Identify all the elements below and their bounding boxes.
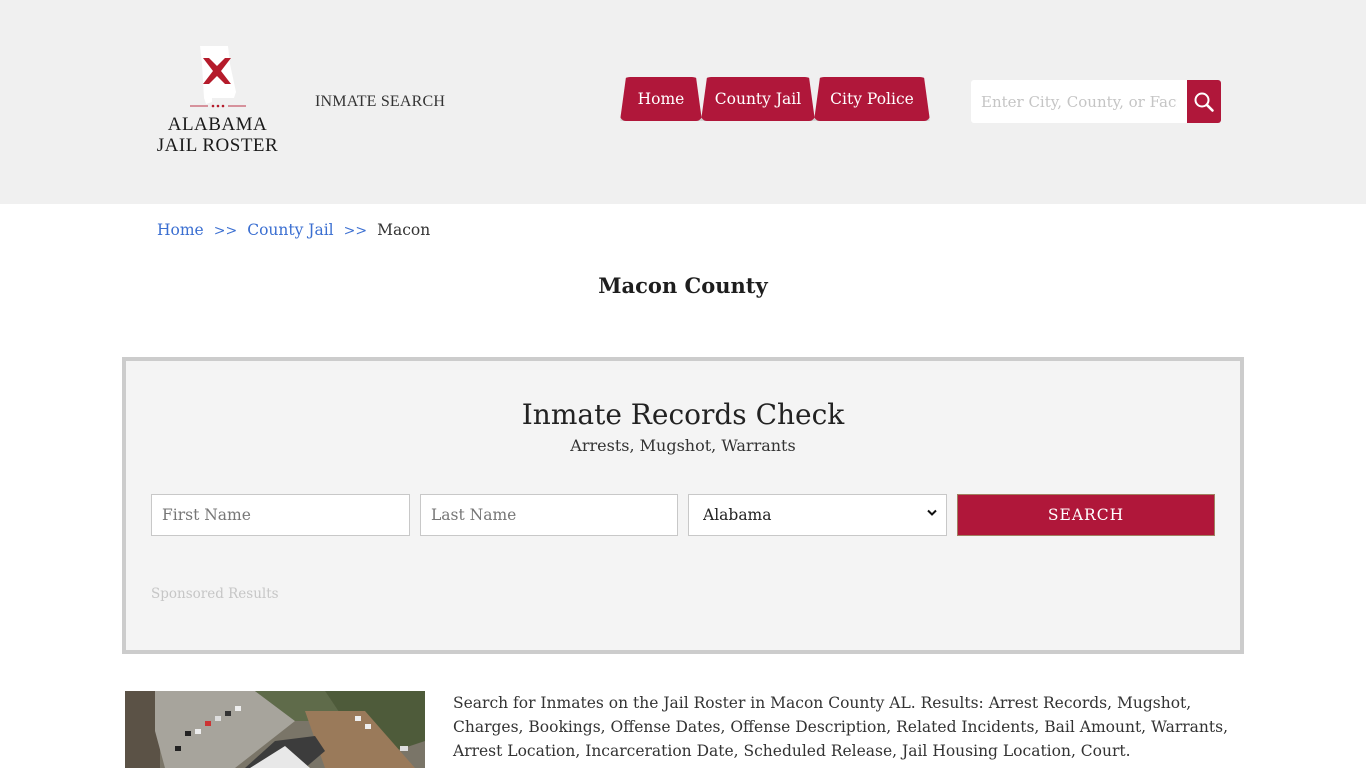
facility-search-input[interactable] (971, 80, 1187, 123)
records-check-title: Inmate Records Check (521, 398, 845, 431)
state-select[interactable]: Alabama (688, 494, 947, 536)
breadcrumb-separator: >> (343, 223, 368, 239)
county-description: Search for Inmates on the Jail Roster in… (453, 694, 1228, 760)
breadcrumb-home[interactable]: Home (157, 221, 204, 239)
nav-tab-label: County Jail (714, 90, 802, 108)
breadcrumb-county-jail[interactable]: County Jail (247, 221, 333, 239)
sponsored-results-label: Sponsored Results (151, 586, 279, 602)
main-nav: Home County Jail City Police (620, 77, 929, 121)
nav-tab-county-jail[interactable]: County Jail (701, 77, 815, 121)
nav-tab-label: Home (637, 90, 685, 108)
search-icon (1194, 92, 1214, 112)
facility-search-button[interactable] (1187, 80, 1221, 123)
nav-tab-label: City Police (830, 90, 914, 108)
alabama-state-flag-icon (190, 46, 246, 108)
search-button[interactable]: SEARCH (957, 494, 1215, 536)
first-name-input[interactable] (151, 494, 410, 536)
nav-tab-city-police[interactable]: City Police (814, 77, 930, 121)
breadcrumb-current: Macon (377, 221, 431, 239)
records-check-subtitle: Arrests, Mugshot, Warrants (570, 436, 796, 455)
nav-tab-home[interactable]: Home (620, 77, 702, 121)
facility-search (971, 80, 1221, 123)
site-header: ALABAMA JAIL ROSTER INMATE SEARCH Home C… (0, 0, 1366, 204)
aerial-jail-photo (125, 691, 425, 768)
logo-line-2: JAIL ROSTER (156, 135, 279, 156)
inmate-search-link[interactable]: INMATE SEARCH (315, 93, 445, 111)
logo-line-1: ALABAMA (167, 114, 268, 135)
last-name-input[interactable] (420, 494, 678, 536)
inmate-records-check: Inmate Records Check Arrests, Mugshot, W… (122, 357, 1244, 654)
breadcrumb: Home >> County Jail >> Macon (157, 221, 430, 239)
page-title: Macon County (598, 273, 768, 298)
breadcrumb-separator: >> (213, 223, 238, 239)
site-logo[interactable]: ALABAMA JAIL ROSTER (150, 44, 285, 164)
logo-text: ALABAMA JAIL ROSTER (150, 114, 285, 156)
